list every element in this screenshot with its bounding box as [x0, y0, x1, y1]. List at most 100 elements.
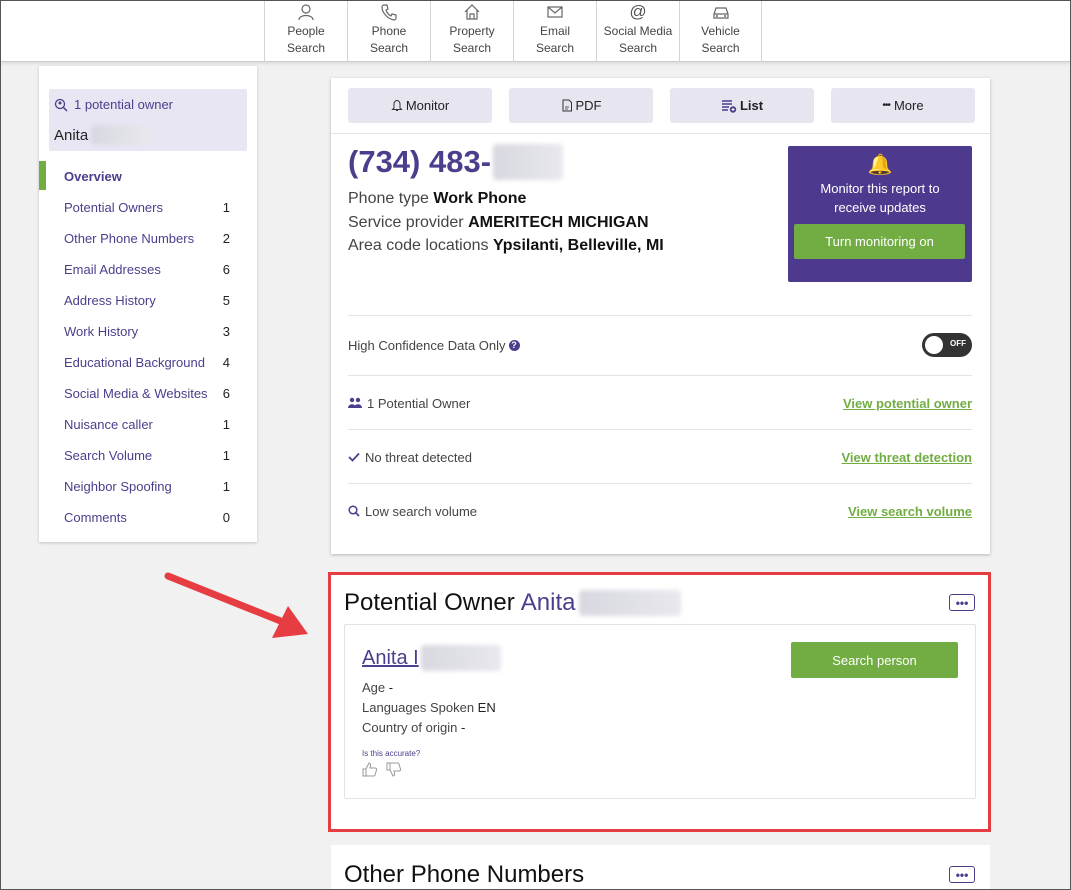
sidebar-item-label: Work History	[64, 324, 139, 339]
sidebar-item-label: Overview	[64, 169, 122, 184]
users-icon	[348, 397, 362, 408]
search-icon	[348, 505, 360, 517]
sidebar-item-count: 1	[222, 200, 230, 215]
sidebar-item-other-phone-numbers[interactable]: Other Phone Numbers 2	[39, 223, 257, 254]
sidebar-item-label: Other Phone Numbers	[64, 231, 195, 246]
sidebar-item-overview[interactable]: Overview	[39, 161, 257, 192]
ellipsis-icon: •••	[882, 100, 890, 111]
monitor-label: Monitor	[405, 98, 450, 113]
sidebar-item-potential-owners[interactable]: Potential Owners 1	[39, 192, 257, 223]
sidebar-item-count: 3	[222, 324, 230, 339]
magnify-person-icon	[54, 98, 68, 112]
more-label: More	[893, 98, 924, 113]
nav-property-search[interactable]: Property Search	[430, 0, 513, 62]
view-potential-owner-link[interactable]: View potential owner	[843, 396, 972, 411]
sidebar-item-count: 0	[222, 510, 230, 525]
monitor-promo-box: 🔔 Monitor this report to receive updates …	[788, 146, 972, 282]
high-confidence-toggle[interactable]: OFF	[922, 333, 972, 357]
checkmark-icon	[348, 452, 360, 462]
nav-label: Social Media Search	[603, 24, 673, 55]
area-code-line: Area code locations Ypsilanti, Bellevill…	[348, 237, 664, 254]
sidebar-item-count: 1	[222, 448, 230, 463]
toggle-state: OFF	[950, 339, 966, 348]
report-overview-card: Monitor PDF List ••• More (734) 483- Pho…	[331, 78, 990, 554]
divider	[348, 375, 972, 376]
sidebar-item-educational-background[interactable]: Educational Background 4	[39, 347, 257, 378]
redacted-surname	[91, 125, 152, 145]
owner-count: 1 potential owner	[54, 97, 173, 112]
phone-number: (734) 483-	[348, 144, 492, 179]
divider	[348, 429, 972, 430]
potential-owner-row: 1 Potential Owner View potential owner	[348, 388, 972, 418]
section-title: Potential Owner Anita	[344, 589, 682, 617]
phone-icon	[380, 2, 398, 22]
sidebar-item-count: 1	[222, 417, 230, 432]
sidebar-item-nuisance-caller[interactable]: Nuisance caller 1	[39, 409, 257, 440]
nav-email-search[interactable]: Email Search	[513, 0, 596, 62]
service-provider-line: Service provider AMERITECH MICHIGAN	[348, 214, 649, 231]
high-confidence-row: High Confidence Data Only? OFF	[348, 330, 972, 360]
sidebar-item-label: Social Media & Websites	[64, 386, 208, 401]
phone-number-heading: (734) 483-	[348, 144, 564, 180]
view-threat-detection-link[interactable]: View threat detection	[841, 450, 972, 465]
sidebar-item-label: Search Volume	[64, 448, 153, 463]
threat-row: No threat detected View threat detection	[348, 442, 972, 472]
accuracy-prompt: Is this accurate?	[362, 749, 421, 758]
owner-card: Anita I Search person Age - Languages Sp…	[344, 624, 976, 799]
sidebar-item-search-volume[interactable]: Search Volume 1	[39, 440, 257, 471]
list-button[interactable]: List	[670, 88, 814, 123]
sidebar-item-work-history[interactable]: Work History 3	[39, 316, 257, 347]
owner-summary[interactable]: 1 potential owner Anita	[49, 89, 247, 151]
turn-monitoring-on-button[interactable]: Turn monitoring on	[794, 224, 965, 259]
sidebar-item-label: Potential Owners	[64, 200, 163, 215]
monitor-button[interactable]: Monitor	[348, 88, 492, 123]
accuracy-feedback	[362, 762, 402, 777]
search-person-button[interactable]: Search person	[791, 642, 958, 678]
section-options-button[interactable]: •••	[949, 594, 975, 611]
more-button[interactable]: ••• More	[831, 88, 975, 123]
pdf-file-icon	[562, 99, 572, 112]
sidebar-item-comments[interactable]: Comments 0	[39, 502, 257, 533]
sidebar-item-email-addresses[interactable]: Email Addresses 6	[39, 254, 257, 285]
phone-type-line: Phone type Work Phone	[348, 190, 527, 207]
redacted-surname	[579, 590, 682, 616]
bell-icon: 🔔	[867, 154, 893, 176]
sidebar-item-count: 2	[222, 231, 230, 246]
nav-people-search[interactable]: People Search	[264, 0, 347, 62]
view-search-volume-link[interactable]: View search volume	[848, 504, 972, 519]
sidebar-item-count: 4	[222, 355, 230, 370]
sidebar-item-label: Neighbor Spoofing	[64, 479, 172, 494]
help-icon[interactable]: ?	[508, 339, 520, 351]
redacted-phone-digits	[493, 144, 564, 180]
high-confidence-label: High Confidence Data Only?	[348, 338, 520, 353]
divider	[331, 133, 990, 134]
report-sidebar: 1 potential owner Anita Overview Potenti…	[39, 66, 257, 542]
thumbs-up-icon[interactable]	[362, 762, 378, 777]
thumbs-down-icon[interactable]	[386, 762, 402, 777]
owner-count-text: 1 potential owner	[74, 97, 174, 112]
monitor-promo-text: Monitor this report to receive updates	[820, 181, 940, 215]
age-line: Age -	[362, 680, 394, 695]
sidebar-item-neighbor-spoofing[interactable]: Neighbor Spoofing 1	[39, 471, 257, 502]
search-volume-row: Low search volume View search volume	[348, 496, 972, 526]
sidebar-item-count: 5	[222, 293, 230, 308]
sidebar-menu: Overview Potential Owners 1 Other Phone N…	[39, 161, 257, 533]
nav-vehicle-search[interactable]: Vehicle Search	[679, 0, 762, 62]
sidebar-item-address-history[interactable]: Address History 5	[39, 285, 257, 316]
divider	[348, 315, 972, 316]
section-options-button[interactable]: •••	[949, 866, 975, 883]
sidebar-item-social-media[interactable]: Social Media & Websites 6	[39, 378, 257, 409]
threat-label: No threat detected	[348, 450, 472, 465]
owner-first-name: Anita	[54, 126, 89, 144]
languages-line: Languages Spoken EN	[362, 700, 496, 715]
top-navigation: People Search Phone Search Property Search …	[0, 0, 1071, 62]
pdf-button[interactable]: PDF	[509, 88, 653, 123]
nav-social-media-search[interactable]: @ Social Media Search	[596, 0, 679, 62]
search-type-nav: People Search Phone Search Property Search …	[264, 0, 762, 62]
nav-phone-search[interactable]: Phone Search	[347, 0, 430, 62]
sidebar-item-label: Educational Background	[64, 355, 205, 370]
nav-label: Email Search	[535, 24, 575, 55]
toggle-knob	[925, 336, 943, 354]
owner-name-link[interactable]: Anita I	[362, 645, 501, 671]
car-icon	[711, 2, 731, 22]
